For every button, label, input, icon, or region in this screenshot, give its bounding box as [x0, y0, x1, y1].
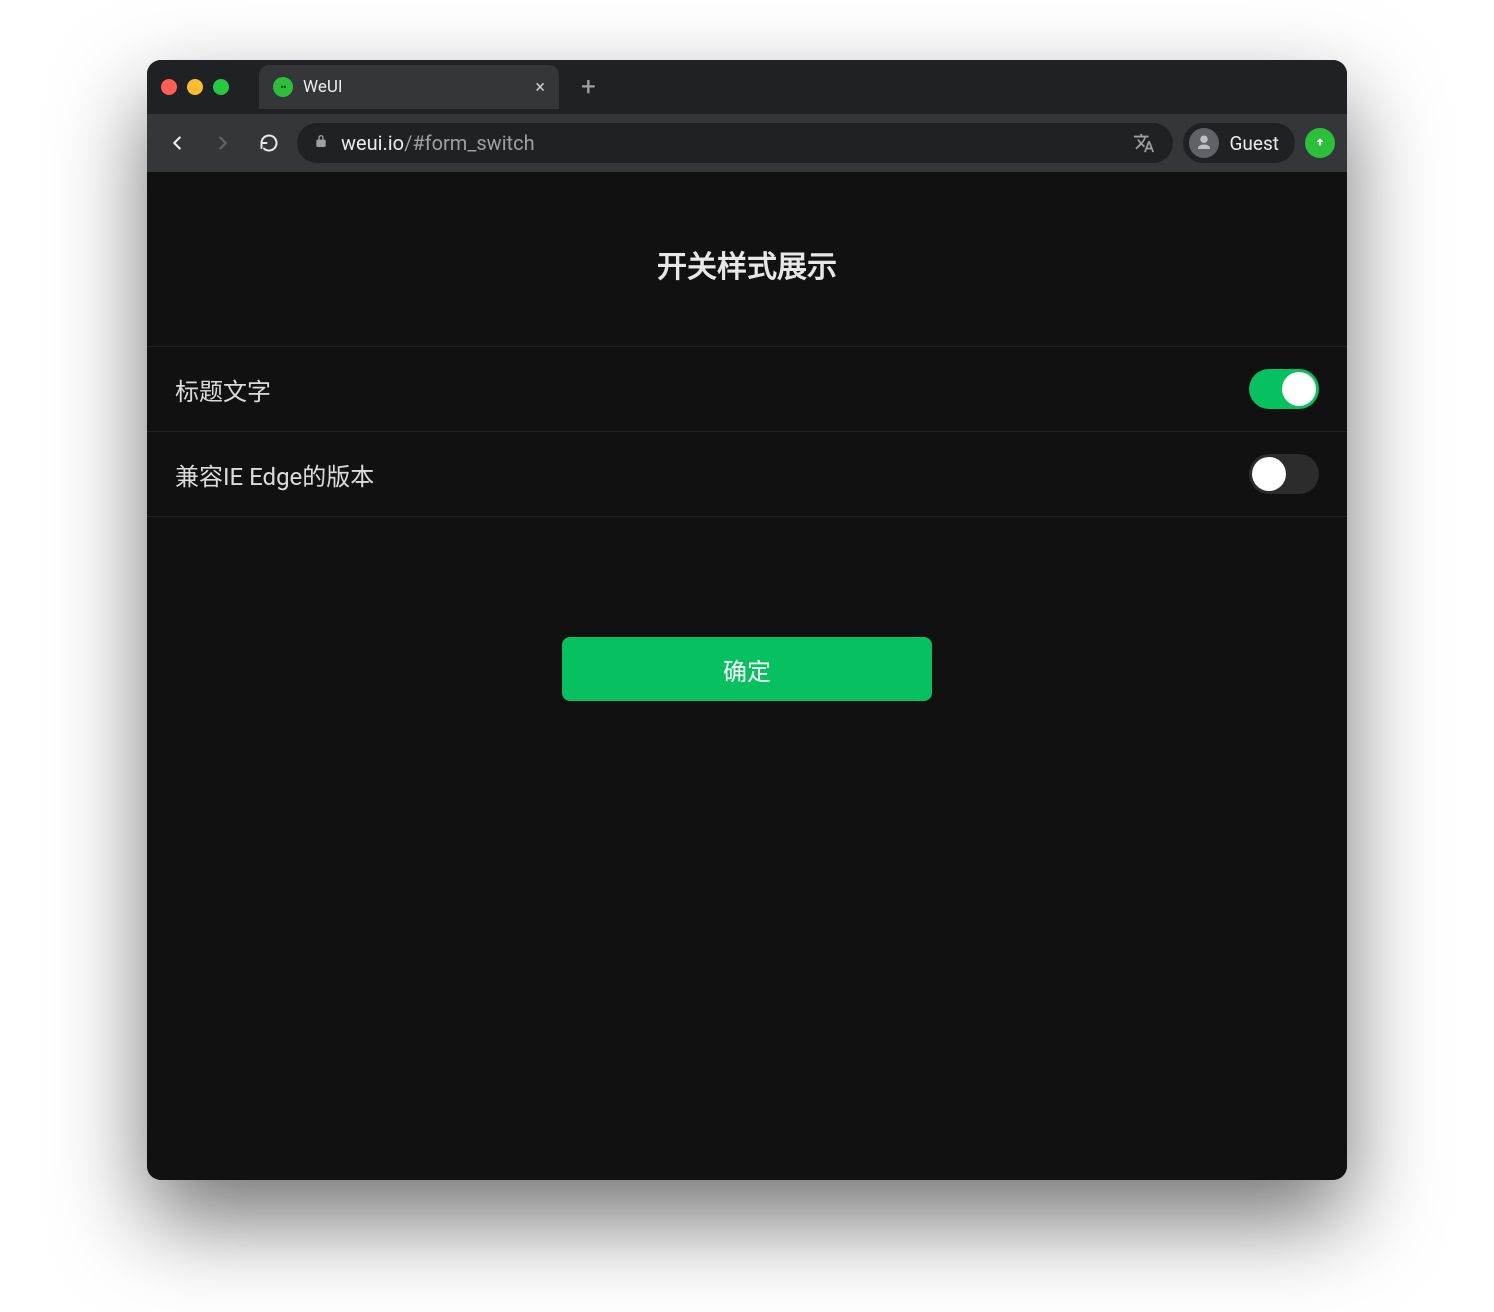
switch-knob	[1282, 372, 1316, 406]
switch-cell: 兼容IE Edge的版本	[147, 431, 1347, 517]
reload-icon	[259, 133, 279, 153]
switch-toggle[interactable]	[1249, 369, 1319, 409]
weui-page: 开关样式展示 标题文字 兼容IE Edge的版本 确定	[147, 172, 1347, 761]
guest-avatar-icon	[1189, 128, 1219, 158]
reload-button[interactable]	[251, 125, 287, 161]
browser-window: WeUI × + weui.io/#form_switch	[147, 60, 1347, 1180]
lock-icon	[313, 133, 329, 153]
button-area: 确定	[147, 517, 1347, 701]
translate-icon[interactable]	[1131, 130, 1157, 156]
submit-button[interactable]: 确定	[562, 637, 932, 701]
close-tab-button[interactable]: ×	[535, 77, 545, 98]
page-viewport: 开关样式展示 标题文字 兼容IE Edge的版本 确定	[147, 172, 1347, 1180]
arrow-right-icon	[212, 132, 234, 154]
switch-knob	[1252, 457, 1286, 491]
upload-arrow-icon	[1313, 136, 1327, 150]
switch-toggle[interactable]	[1249, 454, 1319, 494]
page-title: 开关样式展示	[147, 172, 1347, 346]
wechat-favicon-icon	[273, 77, 293, 97]
arrow-left-icon	[166, 132, 188, 154]
browser-tab[interactable]: WeUI ×	[259, 65, 559, 109]
window-zoom-button[interactable]	[213, 79, 229, 95]
profile-chip[interactable]: Guest	[1183, 123, 1295, 163]
window-minimize-button[interactable]	[187, 79, 203, 95]
url-text: weui.io/#form_switch	[341, 131, 535, 155]
profile-label: Guest	[1229, 132, 1279, 155]
switch-cell: 标题文字	[147, 346, 1347, 431]
extension-button[interactable]	[1305, 128, 1335, 158]
tab-title: WeUI	[303, 77, 343, 97]
cell-label: 标题文字	[175, 372, 271, 407]
forward-button[interactable]	[205, 125, 241, 161]
form-cells: 标题文字 兼容IE Edge的版本	[147, 346, 1347, 517]
browser-toolbar: weui.io/#form_switch Guest	[147, 114, 1347, 172]
url-path: /#form_switch	[404, 131, 535, 155]
cell-label: 兼容IE Edge的版本	[175, 457, 374, 492]
back-button[interactable]	[159, 125, 195, 161]
window-controls	[161, 79, 229, 95]
url-host: weui.io	[341, 131, 404, 155]
new-tab-button[interactable]: +	[581, 72, 596, 102]
window-close-button[interactable]	[161, 79, 177, 95]
address-bar[interactable]: weui.io/#form_switch	[297, 123, 1173, 163]
tab-strip: WeUI × +	[147, 60, 1347, 114]
